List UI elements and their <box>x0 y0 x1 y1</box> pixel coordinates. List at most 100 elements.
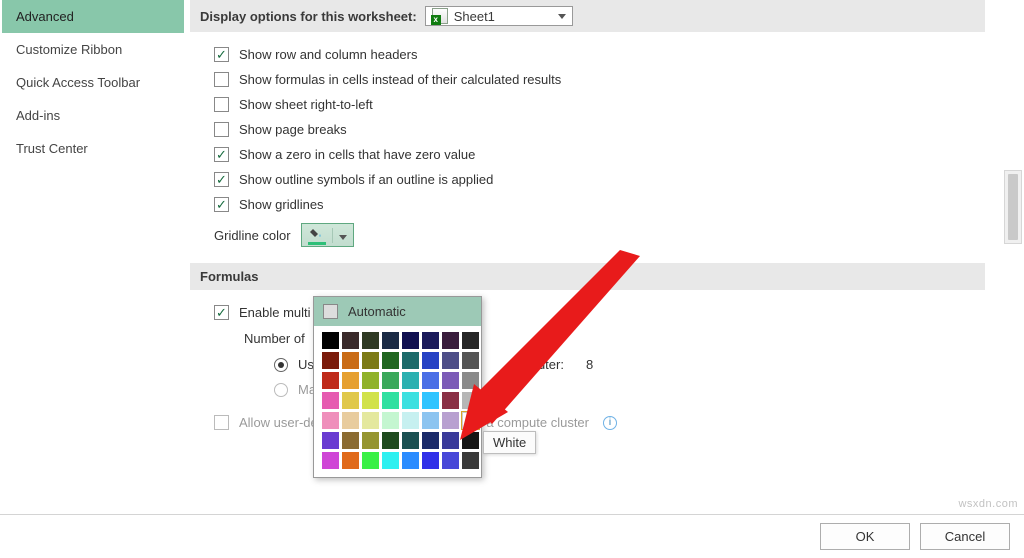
color-swatch[interactable] <box>362 432 379 449</box>
color-swatch[interactable] <box>442 452 459 469</box>
section-header-label: Display options for this worksheet: <box>200 9 417 24</box>
worksheet-dropdown[interactable]: Sheet1 <box>425 6 573 26</box>
color-swatch[interactable] <box>442 432 459 449</box>
color-swatch[interactable] <box>382 332 399 349</box>
radio[interactable] <box>274 358 288 372</box>
sidebar-item-customize-ribbon[interactable]: Customize Ribbon <box>2 33 184 66</box>
sidebar-item-trust-center[interactable]: Trust Center <box>2 132 184 165</box>
radio[interactable] <box>274 383 288 397</box>
color-swatch[interactable] <box>362 392 379 409</box>
color-swatch[interactable] <box>362 452 379 469</box>
color-swatch[interactable] <box>382 432 399 449</box>
option-row-outline[interactable]: ✓ Show outline symbols if an outline is a… <box>214 167 1000 192</box>
checkbox[interactable]: ✓ <box>214 72 229 87</box>
checkbox[interactable]: ✓ <box>214 47 229 62</box>
color-swatch[interactable] <box>422 352 439 369</box>
color-swatch[interactable] <box>362 412 379 429</box>
option-label: Show a zero in cells that have zero valu… <box>239 147 475 162</box>
color-swatch[interactable] <box>402 452 419 469</box>
color-swatch[interactable] <box>442 332 459 349</box>
color-swatch[interactable] <box>402 392 419 409</box>
color-swatch[interactable] <box>462 412 479 429</box>
option-row-gridlines[interactable]: ✓ Show gridlines <box>214 192 1000 217</box>
sidebar-item-advanced[interactable]: Advanced <box>2 0 184 33</box>
color-swatch[interactable] <box>322 452 339 469</box>
option-label: Show outline symbols if an outline is ap… <box>239 172 493 187</box>
scrollbar-thumb[interactable] <box>1008 174 1018 240</box>
color-swatch[interactable] <box>462 392 479 409</box>
color-swatch[interactable] <box>322 372 339 389</box>
section-header-formulas: Formulas <box>190 263 985 290</box>
color-swatch[interactable] <box>462 452 479 469</box>
color-swatch[interactable] <box>402 412 419 429</box>
option-row-zero-value[interactable]: ✓ Show a zero in cells that have zero val… <box>214 142 1000 167</box>
color-swatch[interactable] <box>402 372 419 389</box>
color-swatch[interactable] <box>422 392 439 409</box>
sheet-icon <box>432 8 448 24</box>
color-automatic-row[interactable]: Automatic <box>314 297 481 326</box>
color-swatch[interactable] <box>362 352 379 369</box>
color-swatch[interactable] <box>462 332 479 349</box>
color-swatch[interactable] <box>442 412 459 429</box>
color-swatch[interactable] <box>322 352 339 369</box>
color-swatch[interactable] <box>402 332 419 349</box>
color-swatch[interactable] <box>342 392 359 409</box>
paint-bucket-icon <box>308 227 326 243</box>
color-swatch[interactable] <box>462 432 479 449</box>
color-swatch[interactable] <box>322 432 339 449</box>
color-swatch[interactable] <box>462 372 479 389</box>
option-row-rtl[interactable]: ✓Show sheet right-to-left <box>214 92 1000 117</box>
checkbox[interactable]: ✓ <box>214 305 229 320</box>
color-swatch[interactable] <box>422 452 439 469</box>
color-swatch[interactable] <box>382 352 399 369</box>
color-swatch[interactable] <box>382 452 399 469</box>
color-swatch[interactable] <box>362 332 379 349</box>
option-row-page-breaks[interactable]: ✓Show page breaks <box>214 117 1000 142</box>
option-label: Show gridlines <box>239 197 324 212</box>
checkbox[interactable]: ✓ <box>214 147 229 162</box>
color-swatch[interactable] <box>322 392 339 409</box>
color-swatch[interactable] <box>422 372 439 389</box>
checkbox[interactable]: ✓ <box>214 415 229 430</box>
color-swatch[interactable] <box>342 352 359 369</box>
worksheet-dropdown-value: Sheet1 <box>454 9 495 24</box>
color-swatch[interactable] <box>342 412 359 429</box>
sidebar-item-label: Quick Access Toolbar <box>16 75 140 90</box>
sidebar-item-addins[interactable]: Add-ins <box>2 99 184 132</box>
number-of-label: Number of <box>244 331 305 346</box>
color-swatch[interactable] <box>442 352 459 369</box>
color-swatch[interactable] <box>422 332 439 349</box>
gridline-color-button[interactable] <box>301 223 354 247</box>
color-swatch[interactable] <box>382 372 399 389</box>
color-swatch[interactable] <box>382 412 399 429</box>
color-swatch[interactable] <box>342 372 359 389</box>
color-swatch[interactable] <box>422 412 439 429</box>
color-swatch[interactable] <box>342 432 359 449</box>
color-swatch[interactable] <box>422 432 439 449</box>
automatic-swatch <box>323 304 338 319</box>
color-swatch[interactable] <box>342 332 359 349</box>
info-icon[interactable]: i <box>603 416 617 430</box>
checkbox[interactable]: ✓ <box>214 97 229 112</box>
color-swatch[interactable] <box>342 452 359 469</box>
sidebar-item-label: Advanced <box>16 9 74 24</box>
option-row-formulas[interactable]: ✓Show formulas in cells instead of their… <box>214 67 1000 92</box>
color-swatch[interactable] <box>402 432 419 449</box>
checkbox[interactable]: ✓ <box>214 122 229 137</box>
color-swatch[interactable] <box>442 392 459 409</box>
color-swatch[interactable] <box>382 392 399 409</box>
ok-button[interactable]: OK <box>820 523 910 550</box>
color-swatch[interactable] <box>362 372 379 389</box>
checkbox[interactable]: ✓ <box>214 197 229 212</box>
option-row-headers[interactable]: ✓Show row and column headers <box>214 42 1000 67</box>
color-picker: Automatic <box>313 296 482 478</box>
color-swatch[interactable] <box>442 372 459 389</box>
sidebar-item-quick-access[interactable]: Quick Access Toolbar <box>2 66 184 99</box>
checkbox[interactable]: ✓ <box>214 172 229 187</box>
color-swatch[interactable] <box>462 352 479 369</box>
section-header-label: Formulas <box>200 269 259 284</box>
color-swatch[interactable] <box>322 332 339 349</box>
color-swatch[interactable] <box>402 352 419 369</box>
color-swatch[interactable] <box>322 412 339 429</box>
cancel-button[interactable]: Cancel <box>920 523 1010 550</box>
